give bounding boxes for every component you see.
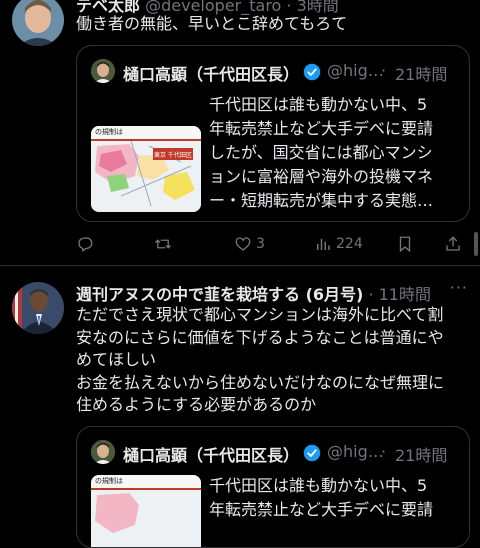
avatar[interactable] — [12, 282, 64, 334]
quote-text-line: したが、国交省には都心マンシ — [209, 143, 433, 162]
quote-timestamp: 21時間 — [395, 65, 448, 84]
quote-timestamp: 21時間 — [395, 446, 448, 465]
quote-avatar — [91, 440, 115, 464]
reply-icon — [78, 237, 93, 253]
quote-text-line: 千代田区は誰も動かない中、5 — [209, 476, 428, 495]
dot-separator: · — [381, 442, 387, 461]
quote-text-line: 年転売禁止など大手デベに要請 — [209, 119, 434, 138]
tweet-1[interactable]: テベ太郎 @developer_taro · 3時間 働き者の無能、早いとこ辞め… — [0, 0, 480, 265]
quote-author-name: 樋口高顕（千代田区長） — [123, 65, 300, 84]
quote-text-line: 千代田区は誰も動かない中、5 — [209, 95, 428, 114]
tweet-text-line: ただでさえ現状で都心マンションは海外に比べて割 — [76, 305, 444, 324]
retweet-button[interactable] — [154, 232, 176, 256]
dot-separator: · — [368, 285, 374, 304]
quote-text-line: ー・短期転売が集中する実態… — [209, 191, 434, 210]
tweet-2[interactable]: 週刊アヌスの中で韮を栽培する (6月号) · 11時間 ··· ただでさえ現状で… — [0, 266, 480, 548]
dot-separator: · — [381, 61, 387, 80]
quote-text-line: ョンに富裕層や海外の投機マネ — [209, 167, 434, 186]
more-icon[interactable]: ··· — [450, 278, 468, 297]
quote-avatar — [91, 59, 115, 83]
tweet-text-line: お金を払えないから住めないだけなのになぜ無理に — [76, 372, 445, 392]
share-button[interactable] — [444, 232, 462, 256]
quote-text-line: 年転売禁止など大手デベに要請 — [209, 500, 434, 519]
tweet-text: 働き者の無能、早いとこ辞めてもろて — [76, 12, 466, 35]
quote-handle: @hig… — [327, 442, 384, 461]
tweet-actions: 3 224 — [76, 232, 472, 256]
reply-button[interactable] — [76, 232, 98, 256]
thumbnail-caption: の規制は — [95, 128, 123, 136]
verified-icon — [303, 63, 321, 81]
quote-handle: @hig… — [327, 61, 384, 80]
tweet-text-line: めてほしい — [76, 350, 157, 369]
thumbnail-caption: の規制は — [95, 477, 123, 485]
tweet-header: 週刊アヌスの中で韮を栽培する (6月号) · 11時間 — [76, 281, 431, 305]
avatar[interactable] — [12, 0, 64, 46]
scrollbar[interactable] — [474, 232, 478, 256]
like-count: 3 — [256, 236, 265, 252]
tweet-text-line: 住めるようにする必要があるのか — [76, 395, 317, 414]
timestamp[interactable]: 11時間 — [379, 285, 431, 304]
quote-thumbnail[interactable]: の規制は 東京 千代田区 — [91, 126, 201, 212]
views-icon — [317, 238, 330, 250]
views-button[interactable]: 224 — [314, 232, 363, 256]
bookmark-button[interactable] — [396, 232, 414, 256]
quote-author-name: 樋口高顕（千代田区長） — [123, 446, 300, 465]
bookmark-icon — [399, 236, 411, 253]
quote-text: 千代田区は誰も動かない中、5 年転売禁止など大手デベに要請 — [209, 474, 459, 522]
like-icon — [235, 237, 251, 251]
verified-icon — [303, 444, 321, 462]
views-count: 224 — [336, 236, 363, 252]
tweet-text-line: 安なのにさらに価値を下げるようなことは普通にや — [76, 327, 444, 347]
quoted-tweet[interactable]: 樋口高顕（千代田区長） @hig… · 21時間 の規制は 東京 千代田区 千代… — [76, 45, 470, 222]
quote-text: 千代田区は誰も動かない中、5 年転売禁止など大手デベに要請 したが、国交省には都… — [209, 93, 459, 213]
retweet-icon — [155, 239, 171, 249]
quoted-tweet[interactable]: 樋口高顕（千代田区長） @hig… · 21時間 の規制は 千代田区は誰も動かな… — [76, 426, 470, 548]
like-button[interactable]: 3 — [234, 232, 265, 256]
thumbnail-tag: 東京 千代田区 — [154, 152, 192, 159]
tweet-text-line: 働き者の無能、早いとこ辞めてもろて — [76, 14, 348, 33]
tweet-text: ただでさえ現状で都心マンションは海外に比べて割 安なのにさらに価値を下げるような… — [76, 304, 476, 417]
author-name[interactable]: 週刊アヌスの中で韮を栽培する (6月号) — [76, 285, 363, 304]
share-icon — [446, 236, 460, 251]
quote-thumbnail[interactable]: の規制は — [91, 475, 201, 547]
